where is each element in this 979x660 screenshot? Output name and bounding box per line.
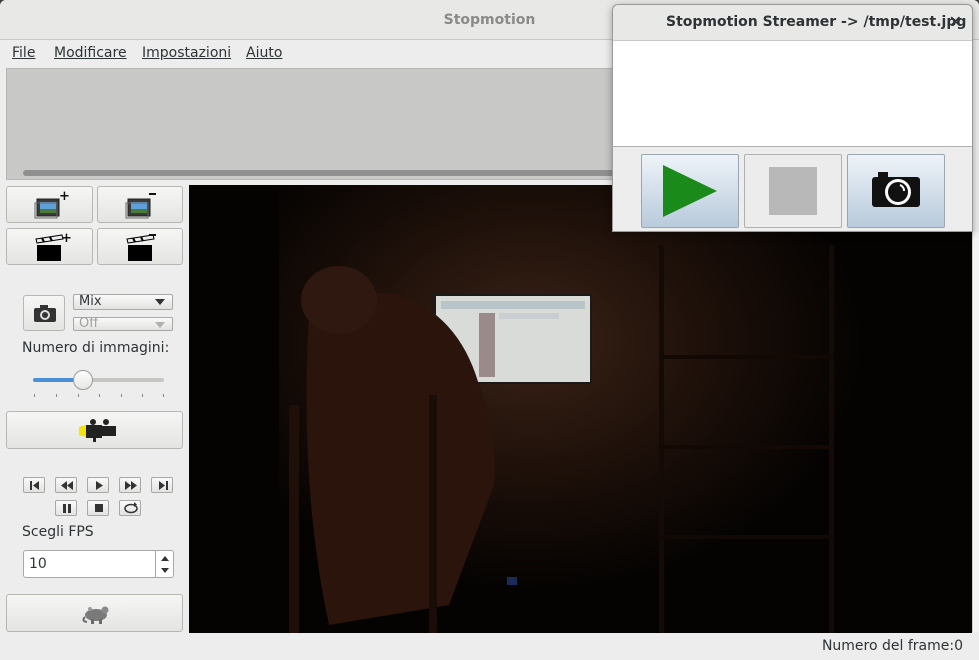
streamer-window: Stopmotion Streamer -> /tmp/test.jpg ✕: [612, 4, 973, 232]
rewind-icon: [61, 481, 73, 490]
pause-button[interactable]: [55, 500, 77, 516]
stream-snapshot-button[interactable]: [847, 154, 945, 228]
new-scene-button[interactable]: +: [6, 228, 93, 265]
svg-text:+: +: [59, 189, 70, 204]
window-title: Stopmotion: [443, 12, 536, 28]
pause-icon: [63, 504, 71, 513]
stop-icon: [95, 504, 103, 512]
svg-text:+: +: [61, 231, 72, 246]
fps-input[interactable]: 10: [23, 550, 156, 578]
video-camera-button[interactable]: [6, 411, 183, 449]
clapperboard-add-icon: +: [35, 231, 72, 261]
play-icon: [96, 481, 103, 490]
camera-icon: [872, 172, 920, 207]
remove-scene-button[interactable]: [97, 228, 183, 265]
remove-frames-button[interactable]: [97, 186, 183, 223]
loop-button[interactable]: [119, 500, 141, 516]
menu-edit[interactable]: Modificare: [54, 45, 127, 61]
mix-mode-select[interactable]: Mix: [73, 294, 173, 310]
fps-stepper[interactable]: [155, 550, 174, 578]
frame-number: Numero del frame:0: [821, 638, 963, 654]
slider-tick: [56, 394, 57, 397]
menu-help[interactable]: Aiuto: [246, 45, 282, 61]
chevron-down-icon: [155, 299, 165, 305]
slider-tick: [99, 394, 100, 397]
stop-icon: [769, 167, 817, 215]
remove-frames-icon: [125, 193, 156, 219]
images-slider-handle[interactable]: [72, 370, 93, 390]
gimp-icon: [82, 606, 109, 624]
slider-tick: [163, 394, 164, 397]
images-slider-track[interactable]: [33, 378, 164, 382]
status-bar: Numero del frame:0: [0, 633, 979, 660]
next-frame-button[interactable]: [119, 477, 141, 493]
gimp-edit-button[interactable]: [6, 594, 183, 632]
increment-icon[interactable]: [161, 556, 169, 561]
last-frame-button[interactable]: [151, 477, 173, 493]
previous-frame-button[interactable]: [55, 477, 77, 493]
slider-tick: [34, 394, 35, 397]
play-button[interactable]: [87, 477, 109, 493]
skip-end-icon: [159, 481, 168, 490]
stream-play-button[interactable]: [641, 154, 739, 228]
loop-icon: [124, 502, 138, 514]
slider-tick: [121, 394, 122, 397]
chevron-down-icon: [155, 322, 165, 328]
slider-tick: [142, 394, 143, 397]
skip-start-icon: [30, 481, 39, 490]
first-frame-button[interactable]: [23, 477, 45, 493]
close-icon[interactable]: ✕: [949, 12, 962, 31]
streamer-preview: [613, 41, 972, 147]
mix-option-select: Off: [73, 317, 173, 331]
webcam-image: [189, 185, 972, 633]
fps-label: Scegli FPS: [22, 524, 94, 540]
add-frames-button[interactable]: +: [6, 186, 93, 223]
stream-stop-button[interactable]: [744, 154, 842, 228]
background-window-edge: [972, 232, 979, 632]
menu-file[interactable]: File: [12, 45, 35, 61]
camera-button[interactable]: [23, 295, 65, 331]
clapperboard-remove-icon: [126, 234, 156, 261]
camera-preview: [189, 185, 972, 633]
images-count-label: Numero di immagini:: [22, 340, 170, 356]
decrement-icon[interactable]: [161, 568, 169, 573]
streamer-title-bar[interactable]: Stopmotion Streamer -> /tmp/test.jpg ✕: [613, 5, 972, 41]
streamer-title: Stopmotion Streamer -> /tmp/test.jpg: [666, 14, 967, 30]
play-icon: [663, 165, 717, 217]
video-camera-icon: [79, 419, 116, 442]
stop-button[interactable]: [87, 500, 109, 516]
slider-tick: [78, 394, 79, 397]
add-frames-icon: +: [34, 189, 70, 219]
camera-icon: [34, 305, 56, 322]
fast-forward-icon: [125, 481, 137, 490]
menu-settings[interactable]: Impostazioni: [142, 45, 231, 61]
